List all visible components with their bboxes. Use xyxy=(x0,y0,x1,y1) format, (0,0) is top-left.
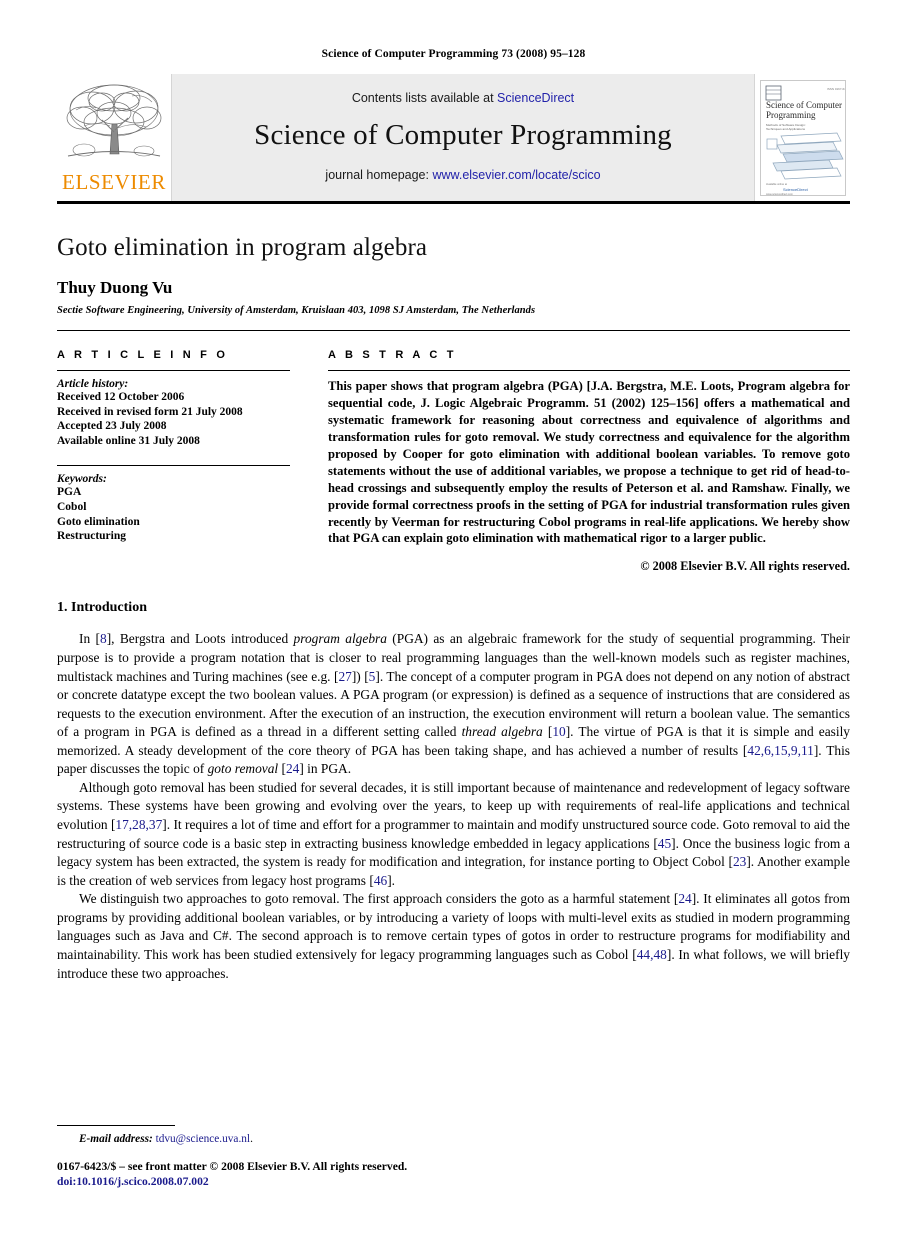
svg-text:Programming: Programming xyxy=(766,110,816,120)
emphasized-term: goto removal xyxy=(207,761,279,777)
abstract-rule xyxy=(328,370,850,371)
article-history-item: Received 12 October 2006 xyxy=(57,391,185,403)
citation-link[interactable]: 8 xyxy=(100,631,107,646)
article-info-heading: A R T I C L E I N F O xyxy=(57,349,229,361)
keyword-item: Goto elimination xyxy=(57,515,140,528)
citation-link[interactable]: 24 xyxy=(286,761,299,776)
abstract-column: A B S T R A C T This paper shows that pr… xyxy=(328,349,850,574)
svg-text:Available online at: Available online at xyxy=(766,182,787,186)
journal-cover-image: ISSN 0167-6423 Science of Computer Progr… xyxy=(759,79,846,196)
author-affiliation: Sectie Software Engineering, University … xyxy=(57,305,536,316)
journal-cover-thumbnail[interactable]: ISSN 0167-6423 Science of Computer Progr… xyxy=(754,74,850,201)
emphasized-term: program algebra xyxy=(293,631,387,647)
elsevier-logo: ELSEVIER xyxy=(57,74,172,201)
abstract-copyright: © 2008 Elsevier B.V. All rights reserved… xyxy=(640,559,850,574)
text-run: ]. xyxy=(387,872,396,888)
section-heading-introduction: 1. Introduction xyxy=(57,600,147,616)
citation-link[interactable]: 27 xyxy=(338,669,351,684)
author-name: Thuy Duong Vu xyxy=(57,278,173,297)
svg-text:ISSN 0167-6423: ISSN 0167-6423 xyxy=(827,87,846,91)
text-run: In [ xyxy=(79,631,100,647)
article-title-block: Goto elimination in program algebra Thuy… xyxy=(57,234,850,316)
email-period: . xyxy=(250,1132,253,1145)
info-abstract-row: A R T I C L E I N F O Article history: R… xyxy=(57,349,850,574)
article-history-label: Article history: xyxy=(57,378,129,390)
citation-link[interactable]: 10 xyxy=(552,724,565,739)
journal-masthead: ELSEVIER Contents lists available at Sci… xyxy=(57,74,850,204)
citation-link[interactable]: 24 xyxy=(678,891,691,906)
elsevier-tree-icon xyxy=(62,80,166,172)
elsevier-wordmark: ELSEVIER xyxy=(62,170,166,194)
article-history-item: Accepted 23 July 2008 xyxy=(57,420,167,433)
abstract-text: This paper shows that program algebra (P… xyxy=(328,379,850,546)
article-info-rule xyxy=(57,370,290,371)
article-info-column: A R T I C L E I N F O Article history: R… xyxy=(57,349,290,574)
citation-link[interactable]: 44,48 xyxy=(637,947,667,962)
svg-text:Science of Computer: Science of Computer xyxy=(766,100,842,110)
keyword-item: Restructuring xyxy=(57,530,126,543)
keyword-item: PGA xyxy=(57,486,82,499)
citation-link[interactable]: 46 xyxy=(374,873,387,888)
article-history-item: Received in revised form 21 July 2008 xyxy=(57,405,243,418)
journal-band: Contents lists available at ScienceDirec… xyxy=(172,74,754,201)
front-matter-line: 0167-6423/$ – see front matter © 2008 El… xyxy=(57,1159,408,1173)
abstract-heading: A B S T R A C T xyxy=(328,349,457,361)
page-footnote: E-mail address: tdvu@science.uva.nl. 016… xyxy=(57,1124,850,1190)
keyword-item: Cobol xyxy=(57,500,87,513)
sciencedirect-link[interactable]: ScienceDirect xyxy=(497,91,574,105)
body-paragraph: In [8], Bergstra and Loots introduced pr… xyxy=(57,630,850,779)
emphasized-term: thread algebra xyxy=(461,724,543,740)
citation-link[interactable]: 42,6,15,9,11 xyxy=(747,743,813,758)
page-title: Goto elimination in program algebra xyxy=(57,234,428,261)
email-label: E-mail address: xyxy=(79,1132,153,1145)
keywords-rule xyxy=(57,465,290,467)
text-run: ]) [ xyxy=(351,668,369,684)
keywords-label: Keywords: xyxy=(57,473,107,486)
footnote-rule xyxy=(57,1124,175,1126)
citation-link[interactable]: 23 xyxy=(733,854,746,869)
text-run: ] in PGA. xyxy=(299,761,352,777)
journal-article-page: Science of Computer Programming 73 (2008… xyxy=(0,0,907,1238)
doi-link[interactable]: doi:10.1016/j.scico.2008.07.002 xyxy=(57,1174,850,1190)
homepage-prefix: journal homepage: xyxy=(325,168,433,182)
text-run: [ xyxy=(542,724,553,740)
citation-link[interactable]: 17,28,37 xyxy=(115,817,162,832)
running-head: Science of Computer Programming 73 (2008… xyxy=(321,48,586,60)
title-divider xyxy=(57,330,850,331)
text-run: ], Bergstra and Loots introduced xyxy=(106,631,294,647)
corresponding-email-line: E-mail address: tdvu@science.uva.nl. xyxy=(79,1133,850,1145)
article-body: 1. Introduction In [8], Bergstra and Loo… xyxy=(57,600,850,983)
journal-title: Science of Computer Programming xyxy=(254,119,672,151)
svg-text:Techniques and Applications: Techniques and Applications xyxy=(766,127,805,131)
svg-text:ScienceDirect: ScienceDirect xyxy=(783,187,809,192)
svg-text:www.sciencedirect.com: www.sciencedirect.com xyxy=(766,192,793,196)
article-history-item: Available online 31 July 2008 xyxy=(57,434,200,447)
contents-prefix: Contents lists available at xyxy=(351,91,498,105)
journal-homepage-link[interactable]: www.elsevier.com/locate/scico xyxy=(432,168,600,182)
contents-available-line: Contents lists available at ScienceDirec… xyxy=(352,91,574,105)
journal-homepage-line: journal homepage: www.elsevier.com/locat… xyxy=(325,168,600,182)
text-run: [ xyxy=(278,761,286,777)
text-run: We distinguish two approaches to goto re… xyxy=(79,891,679,907)
body-paragraph: We distinguish two approaches to goto re… xyxy=(57,890,850,983)
body-paragraph: Although goto removal has been studied f… xyxy=(57,779,850,890)
email-link[interactable]: tdvu@science.uva.nl xyxy=(156,1133,250,1145)
citation-link[interactable]: 45 xyxy=(658,836,671,851)
